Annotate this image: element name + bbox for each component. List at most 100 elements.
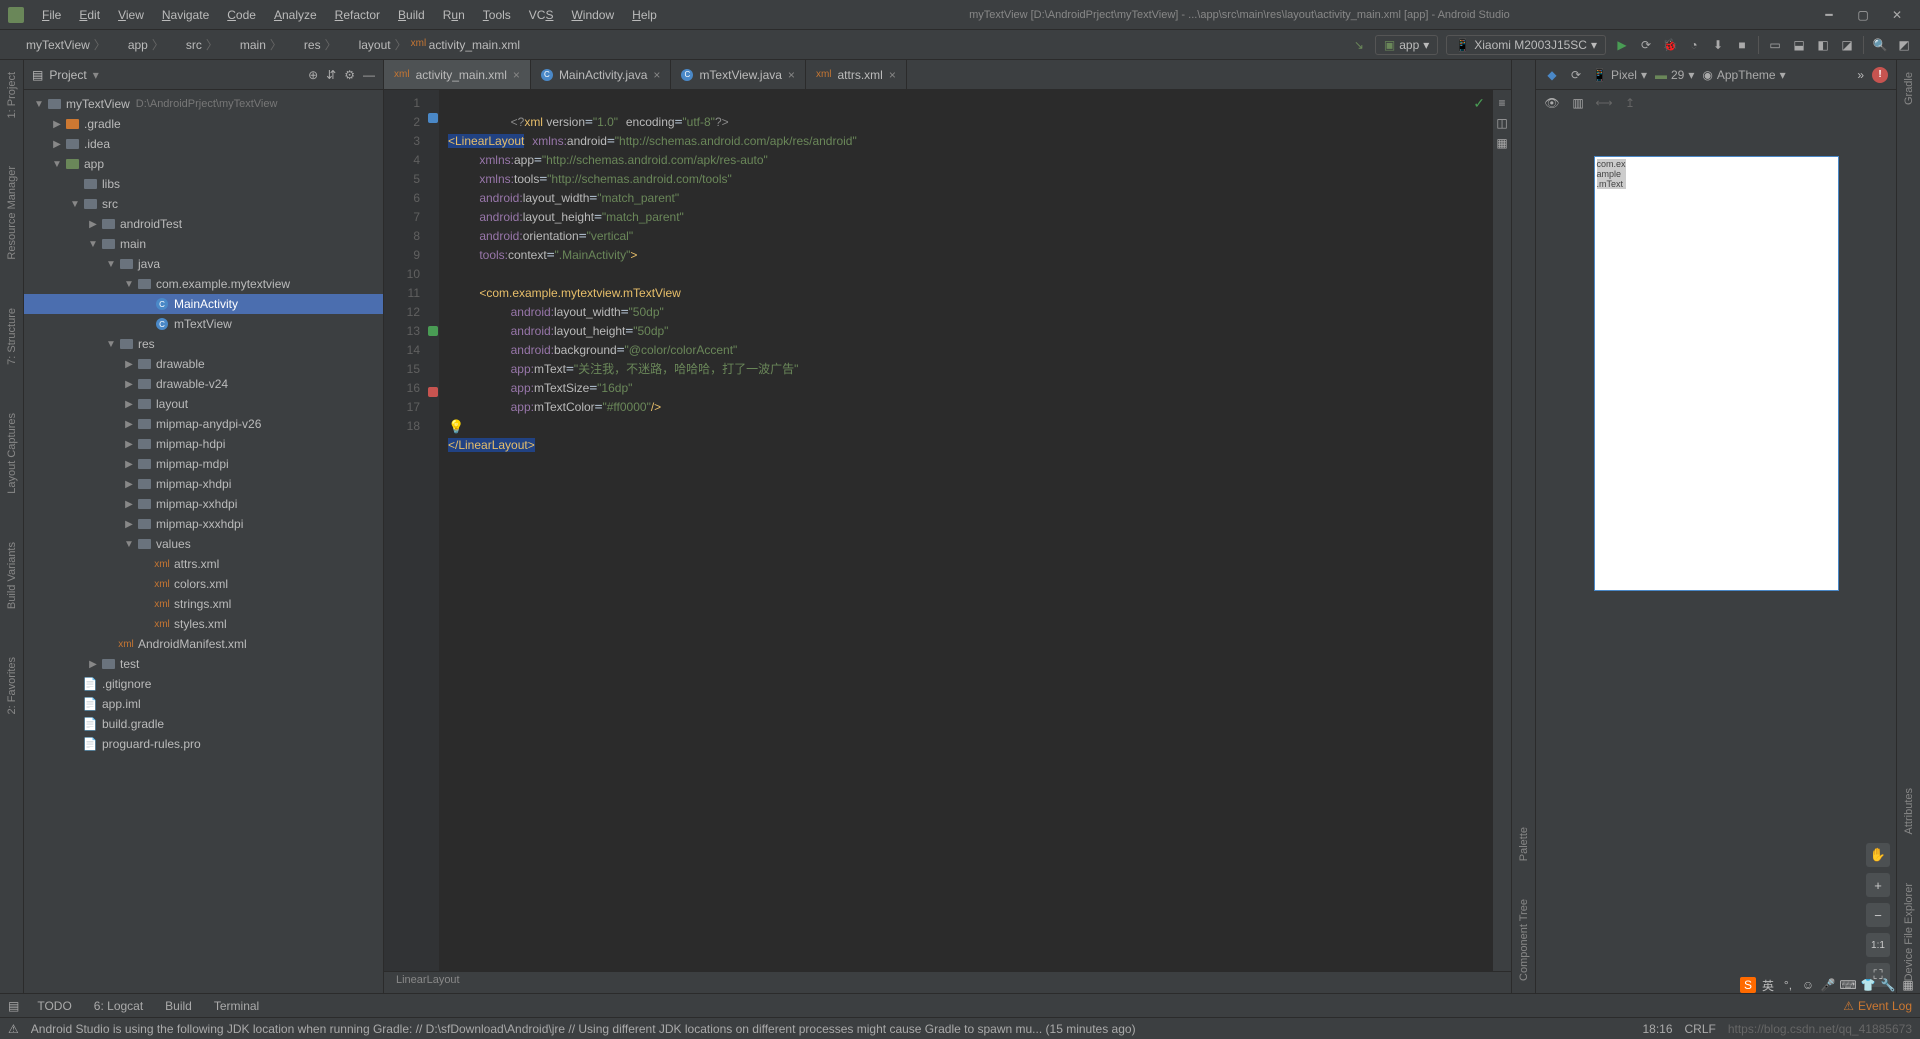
menu-tools[interactable]: Tools <box>475 4 519 26</box>
tree-node[interactable]: ▶mipmap-mdpi <box>24 454 383 474</box>
editor-tab[interactable]: CmTextView.java× <box>671 60 806 89</box>
breadcrumb-item[interactable]: res <box>286 38 321 52</box>
editor-tab[interactable]: xmlactivity_main.xml× <box>384 60 531 89</box>
zoom-out-button[interactable]: − <box>1866 903 1890 927</box>
tab-close-icon[interactable]: × <box>889 68 896 82</box>
tree-node[interactable]: 📄.gitignore <box>24 674 383 694</box>
tree-node[interactable]: ▶mipmap-anydpi-v26 <box>24 414 383 434</box>
tree-node[interactable]: xmlAndroidManifest.xml <box>24 634 383 654</box>
view-mode-code-icon[interactable]: ≡ <box>1498 96 1505 110</box>
tab-close-icon[interactable]: × <box>653 68 660 82</box>
orientation-icon[interactable]: ⟳ <box>1568 67 1584 83</box>
tree-node[interactable]: ▶mipmap-xxhdpi <box>24 494 383 514</box>
panel-settings-icon[interactable]: ⚙ <box>344 68 355 82</box>
search-everywhere-icon[interactable]: 🔍 <box>1872 37 1888 53</box>
breadcrumb-item[interactable]: src <box>168 38 202 52</box>
ime-skin-icon[interactable]: 👕 <box>1860 977 1876 993</box>
tree-node[interactable]: ▶.gradle <box>24 114 383 134</box>
tree-node[interactable]: xmlstyles.xml <box>24 614 383 634</box>
device-preview-selector[interactable]: 📱Pixel▾ <box>1592 68 1647 82</box>
tool-window-stripe[interactable]: 2: Favorites <box>6 653 18 718</box>
tool-window-stripe[interactable]: 7: Structure <box>6 304 18 369</box>
settings-icon[interactable]: ◩ <box>1896 37 1912 53</box>
pan-left-icon[interactable]: ⟷ <box>1596 95 1612 111</box>
collapse-all-icon[interactable]: ⇵ <box>326 68 336 82</box>
tree-node[interactable]: ▶.idea <box>24 134 383 154</box>
tree-node[interactable]: ▼com.example.mytextview <box>24 274 383 294</box>
eye-icon[interactable]: 👁 <box>1544 95 1560 111</box>
tool-window-stripe[interactable]: Palette <box>1518 823 1530 865</box>
tool-window-stripe[interactable]: Component Tree <box>1518 895 1530 985</box>
zoom-fit-button[interactable]: 1:1 <box>1866 933 1890 957</box>
device-frame[interactable]: com.ex ample .mText <box>1594 156 1839 591</box>
tree-node[interactable]: ▶layout <box>24 394 383 414</box>
pan-up-icon[interactable]: ↥ <box>1622 95 1638 111</box>
bottom-tool-button[interactable]: 6: Logcat <box>94 999 143 1013</box>
theme-selector[interactable]: ◉AppTheme▾ <box>1702 68 1785 82</box>
line-separator[interactable]: CRLF <box>1685 1022 1716 1036</box>
locate-icon[interactable]: ⊕ <box>308 68 318 82</box>
status-icon[interactable]: ⚠ <box>8 1022 19 1036</box>
project-view-selector[interactable]: ▤Project▾ <box>32 68 99 82</box>
tab-close-icon[interactable]: × <box>788 68 795 82</box>
menu-code[interactable]: Code <box>219 4 264 26</box>
tree-node[interactable]: ▼java <box>24 254 383 274</box>
tree-node[interactable]: ▼app <box>24 154 383 174</box>
ime-toolbox-icon[interactable]: 🔧 <box>1880 977 1896 993</box>
tree-node[interactable]: ▼values <box>24 534 383 554</box>
stop-button[interactable]: ■ <box>1734 37 1750 53</box>
menu-file[interactable]: File <box>34 4 69 26</box>
menu-help[interactable]: Help <box>624 4 665 26</box>
caret-position[interactable]: 18:16 <box>1642 1022 1672 1036</box>
ime-lang-icon[interactable]: 英 <box>1760 977 1776 993</box>
tree-node[interactable]: 📄proguard-rules.pro <box>24 734 383 754</box>
preview-more-icon[interactable]: » <box>1857 68 1864 82</box>
bottom-tool-button[interactable]: Build <box>165 999 192 1013</box>
ime-keyboard-icon[interactable]: ⌨ <box>1840 977 1856 993</box>
tab-close-icon[interactable]: × <box>513 68 520 82</box>
event-log-button[interactable]: ⚠Event Log <box>1843 999 1912 1013</box>
tree-node[interactable]: ▶mipmap-xhdpi <box>24 474 383 494</box>
tree-node[interactable]: ▶mipmap-hdpi <box>24 434 383 454</box>
zoom-in-button[interactable]: + <box>1866 873 1890 897</box>
resource-manager-icon[interactable]: ◪ <box>1839 37 1855 53</box>
breadcrumb-item[interactable]: xmlactivity_main.xml <box>411 38 520 52</box>
menu-edit[interactable]: Edit <box>71 4 108 26</box>
project-tree[interactable]: ▼myTextViewD:\AndroidPrject\myTextView▶.… <box>24 90 383 993</box>
editor-tab[interactable]: CMainActivity.java× <box>531 60 672 89</box>
run-config-selector[interactable]: ▣app▾ <box>1375 35 1438 55</box>
tree-node[interactable]: libs <box>24 174 383 194</box>
design-surface-icon[interactable]: ◆ <box>1544 67 1560 83</box>
menu-run[interactable]: Run <box>435 4 473 26</box>
tree-node[interactable]: CmTextView <box>24 314 383 334</box>
breadcrumb-item[interactable]: app <box>110 38 148 52</box>
tool-window-stripe[interactable]: Resource Manager <box>6 162 18 264</box>
ime-grid-icon[interactable]: ▦ <box>1900 977 1916 993</box>
tree-node[interactable]: ▶drawable-v24 <box>24 374 383 394</box>
attach-debugger-icon[interactable]: ⬇ <box>1710 37 1726 53</box>
tree-node[interactable]: xmlcolors.xml <box>24 574 383 594</box>
editor-tab[interactable]: xmlattrs.xml× <box>806 60 907 89</box>
api-selector[interactable]: ▬29▾ <box>1655 68 1694 82</box>
tool-window-stripe[interactable]: Build Variants <box>6 538 18 613</box>
breadcrumb-item[interactable]: main <box>222 38 266 52</box>
tree-node[interactable]: ▶androidTest <box>24 214 383 234</box>
menu-analyze[interactable]: Analyze <box>266 4 325 26</box>
blueprint-icon[interactable]: ▥ <box>1570 95 1586 111</box>
layout-inspector-icon[interactable]: ◧ <box>1815 37 1831 53</box>
tree-node[interactable]: ▶test <box>24 654 383 674</box>
breadcrumb-item[interactable]: myTextView <box>8 38 90 52</box>
intention-bulb-icon[interactable]: 💡 <box>448 417 464 436</box>
menu-navigate[interactable]: Navigate <box>154 4 217 26</box>
avd-manager-icon[interactable]: ▭ <box>1767 37 1783 53</box>
ime-punct-icon[interactable]: °, <box>1780 977 1796 993</box>
menu-build[interactable]: Build <box>390 4 433 26</box>
code-editor[interactable]: ✓<?xml version="1.0" encoding="utf-8"?> … <box>440 90 1493 971</box>
tree-node[interactable]: ▼res <box>24 334 383 354</box>
bottom-tool-button[interactable]: TODO <box>37 999 71 1013</box>
tool-window-stripe[interactable]: Gradle <box>1903 68 1915 109</box>
menu-view[interactable]: View <box>110 4 152 26</box>
tree-node[interactable]: 📄build.gradle <box>24 714 383 734</box>
breadcrumb-item[interactable]: layout <box>341 38 391 52</box>
hide-panel-icon[interactable]: — <box>363 68 375 82</box>
